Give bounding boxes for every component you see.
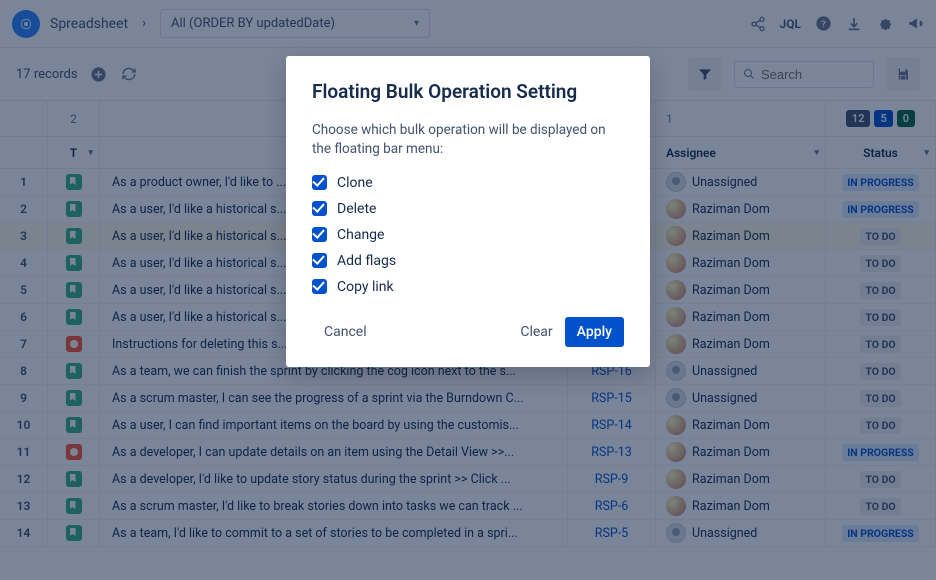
modal-option[interactable]: Delete — [312, 201, 624, 217]
modal-actions: Cancel Clear Apply — [312, 317, 624, 347]
modal-description: Choose which bulk operation will be disp… — [312, 121, 624, 159]
modal-overlay[interactable]: Floating Bulk Operation Setting Choose w… — [0, 0, 936, 580]
option-label: Copy link — [337, 279, 394, 295]
clear-button[interactable]: Clear — [508, 317, 564, 347]
checkbox-icon — [312, 279, 327, 294]
modal-title: Floating Bulk Operation Setting — [312, 80, 624, 103]
checkbox-icon — [312, 175, 327, 190]
option-label: Clone — [337, 175, 373, 191]
option-label: Change — [337, 227, 384, 243]
apply-button[interactable]: Apply — [565, 317, 624, 347]
checkbox-icon — [312, 227, 327, 242]
modal-option[interactable]: Clone — [312, 175, 624, 191]
modal-options: Clone Delete Change Add flags Copy link — [312, 175, 624, 295]
checkbox-icon — [312, 201, 327, 216]
option-label: Add flags — [337, 253, 396, 269]
modal-option[interactable]: Change — [312, 227, 624, 243]
cancel-button[interactable]: Cancel — [312, 317, 379, 347]
bulk-operation-modal: Floating Bulk Operation Setting Choose w… — [286, 56, 650, 367]
modal-option[interactable]: Add flags — [312, 253, 624, 269]
option-label: Delete — [337, 201, 376, 217]
checkbox-icon — [312, 253, 327, 268]
modal-option[interactable]: Copy link — [312, 279, 624, 295]
